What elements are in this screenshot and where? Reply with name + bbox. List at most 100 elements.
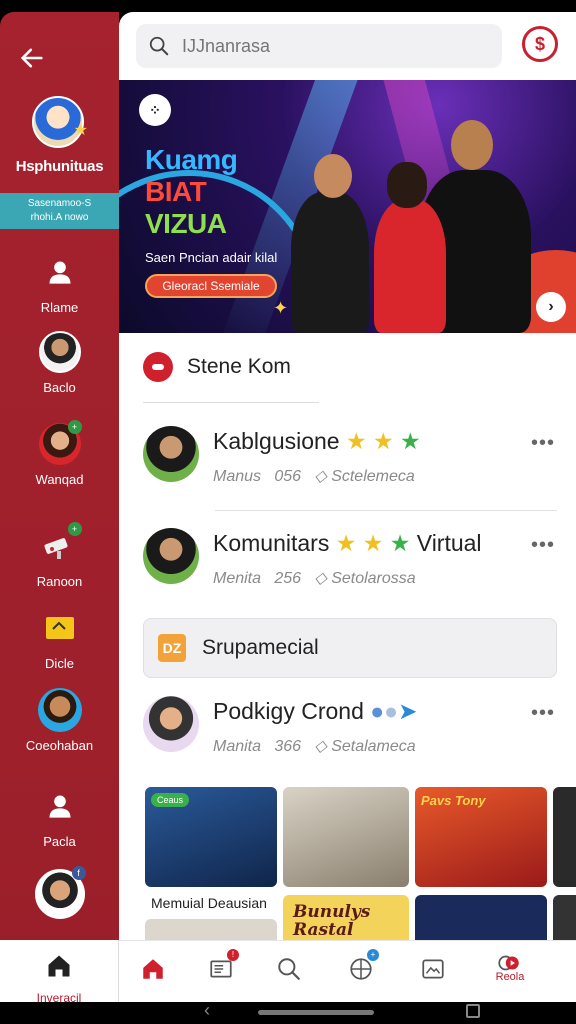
meta-tag: Setalameca bbox=[331, 738, 416, 755]
thumbnail-text-line: Bunulys bbox=[293, 902, 371, 922]
notification-badge: + bbox=[367, 949, 379, 961]
list-item-name: Komunitars bbox=[213, 530, 330, 556]
search-icon bbox=[278, 958, 300, 980]
plus-badge-icon: + bbox=[67, 522, 82, 536]
thumbnail-tag: Ceaus bbox=[151, 793, 190, 807]
thumbnail-text-line: Rastal bbox=[293, 920, 354, 940]
brand-avatar[interactable]: ★ bbox=[32, 96, 88, 148]
hero-subtitle: Saen Pncian adair kilal bbox=[145, 250, 278, 265]
tab-search[interactable] bbox=[269, 949, 309, 989]
tab-home[interactable] bbox=[133, 949, 173, 989]
sidebar-item-pacla[interactable]: Pacla bbox=[0, 784, 119, 849]
list-item-suffix: Virtual bbox=[416, 530, 482, 556]
sparkle-icon: ✦ bbox=[273, 298, 289, 318]
thumbnail-caption: Memuial Deausian bbox=[151, 895, 267, 911]
verified-badge-icon: ● bbox=[370, 698, 385, 724]
hero-title-line-1: Kuamg bbox=[145, 144, 238, 175]
home-icon bbox=[48, 955, 70, 977]
hero-cta-button[interactable]: Gleoracl Ssemiale bbox=[145, 274, 277, 298]
list-item-name: Kablgusione bbox=[213, 428, 340, 454]
more-options-icon[interactable]: ••• bbox=[531, 702, 555, 725]
rating-stars-icon: ★ ★ ★ bbox=[335, 530, 411, 556]
sidebar-item-baclo[interactable]: Baclo bbox=[0, 330, 119, 395]
hero-person-head bbox=[451, 120, 493, 170]
video-thumbnail[interactable]: Ceaus bbox=[145, 787, 277, 887]
video-thumbnail[interactable]: Pavs Tony bbox=[415, 787, 547, 887]
dots-icon: ⁘ bbox=[149, 101, 161, 118]
verified-badge-icon: ● bbox=[384, 698, 399, 724]
brand-banner: Sasenamoo-S rhohi.A nowo bbox=[0, 193, 119, 229]
sidebar-item-label: Baclo bbox=[43, 380, 76, 395]
list-item-title: Kablgusione ★ ★ ★ bbox=[213, 428, 421, 455]
system-recents-icon[interactable] bbox=[466, 1004, 480, 1018]
hero-banner[interactable]: ⁘ Kuamg BIAT VIZUA Saen Pncian adair kil… bbox=[119, 80, 576, 333]
more-options-icon[interactable]: ••• bbox=[531, 534, 555, 557]
bottom-tab-bar: ! + Reola bbox=[119, 940, 576, 1002]
sidebar-item-coeohaban[interactable]: Coeohaban bbox=[0, 688, 119, 753]
meta-label: Manus bbox=[213, 468, 262, 485]
sidebar-item-rlame[interactable]: Rlame bbox=[0, 250, 119, 315]
hero-title: Kuamg BIAT VIZUA bbox=[145, 144, 238, 240]
tag-icon: ◇ bbox=[314, 738, 327, 755]
sidebar-item-label: Rlame bbox=[40, 300, 79, 315]
list-item-meta: Manus 056 ◇ Sctelemeca bbox=[213, 466, 415, 486]
sidebar-item-dicle[interactable]: Dicle bbox=[0, 606, 119, 671]
star-icon: ★ bbox=[73, 122, 88, 139]
tab-add[interactable]: + bbox=[341, 949, 381, 989]
meta-tag: Setolarossa bbox=[331, 570, 416, 587]
brand-name: Hsphunituas bbox=[15, 158, 104, 175]
search-input[interactable] bbox=[182, 35, 482, 57]
divider bbox=[215, 510, 557, 511]
play-icon bbox=[143, 352, 173, 382]
list-item[interactable]: Podkigy Crond ●●➤ Manita 366 ◇ Setalamec… bbox=[143, 696, 557, 776]
thumbnail-grid: Ceaus Pavs Tony Memuial Deausian Bunulys… bbox=[143, 787, 576, 947]
sidebar-item-ranoon[interactable]: + Ranoon bbox=[0, 522, 119, 589]
section-title: Stene Kom bbox=[187, 355, 291, 378]
sidebar-item-label: Pacla bbox=[43, 834, 76, 849]
hero-title-line-3: VIZUA bbox=[145, 208, 227, 239]
meta-label: Menita bbox=[213, 570, 262, 587]
system-home-bar[interactable] bbox=[258, 1010, 374, 1015]
meta-count: 366 bbox=[274, 738, 302, 755]
list-item-meta: Manita 366 ◇ Setalameca bbox=[213, 736, 416, 756]
facebook-badge-icon: f bbox=[71, 866, 86, 880]
list-item-title: Podkigy Crond ●●➤ bbox=[213, 698, 417, 725]
more-options-icon[interactable]: ••• bbox=[531, 432, 555, 455]
thumbnail-text: Bunulys Rastal bbox=[293, 903, 370, 939]
hero-person bbox=[374, 200, 446, 333]
tab-feed[interactable]: ! bbox=[201, 949, 241, 989]
search-bar[interactable] bbox=[136, 24, 502, 68]
avatar bbox=[143, 426, 199, 482]
sidebar-item-profile[interactable]: f bbox=[0, 866, 119, 926]
chevron-right-icon: › bbox=[548, 298, 554, 315]
special-card[interactable]: DZ Srupamecial bbox=[143, 618, 557, 678]
list-item[interactable]: Kablgusione ★ ★ ★ Manus 056 ◇ Sctelemeca… bbox=[143, 426, 557, 506]
list-item-meta: Menita 256 ◇ Setolarossa bbox=[213, 568, 416, 588]
hero-person-head bbox=[387, 162, 427, 208]
person-icon bbox=[49, 795, 70, 818]
system-back-icon[interactable]: ‹ bbox=[204, 1000, 210, 1021]
list-item[interactable]: Komunitars ★ ★ ★ Virtual Menita 256 ◇ Se… bbox=[143, 528, 557, 608]
image-icon bbox=[422, 959, 444, 979]
avatar bbox=[38, 331, 81, 373]
tag-icon: ◇ bbox=[314, 468, 327, 485]
tab-gallery[interactable] bbox=[413, 949, 453, 989]
search-icon bbox=[149, 36, 169, 56]
back-button[interactable] bbox=[16, 42, 48, 74]
logo-icon: $ bbox=[534, 33, 545, 54]
arrow-left-icon bbox=[20, 48, 43, 68]
video-thumbnail[interactable] bbox=[283, 787, 409, 887]
sidebar-item-label: Wanqad bbox=[35, 472, 84, 487]
meta-count: 256 bbox=[274, 570, 302, 587]
hero-menu-button[interactable]: ⁘ bbox=[139, 94, 171, 126]
avatar bbox=[37, 688, 82, 732]
arrow-icon: ➤ bbox=[398, 698, 418, 724]
hero-next-button[interactable]: › bbox=[536, 292, 566, 322]
camera-icon bbox=[44, 538, 67, 559]
video-thumbnail[interactable] bbox=[553, 787, 576, 887]
sidebar-item-wanqad[interactable]: + Wanqad bbox=[0, 420, 119, 487]
special-icon: DZ bbox=[158, 634, 186, 662]
section-header: Stene Kom bbox=[143, 352, 291, 382]
sidebar-item-label: Ranoon bbox=[36, 574, 83, 589]
app-logo-button[interactable]: $ bbox=[522, 26, 558, 62]
